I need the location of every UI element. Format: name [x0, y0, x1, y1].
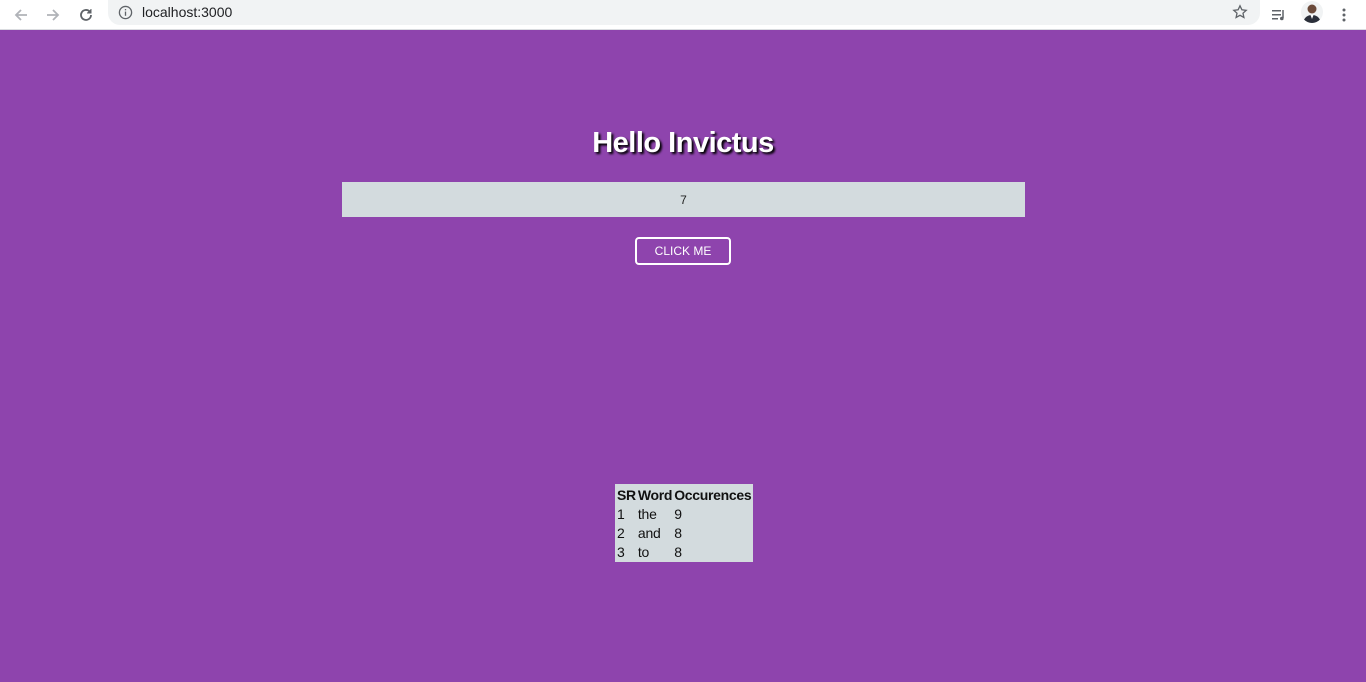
browser-toolbar: localhost:3000	[0, 0, 1366, 30]
click-me-button[interactable]: CLICK ME	[635, 237, 731, 265]
kebab-menu-icon	[1342, 8, 1346, 22]
profile-avatar[interactable]	[1301, 1, 1323, 23]
number-input[interactable]	[342, 182, 1025, 217]
page-title: Hello Invictus	[592, 127, 774, 159]
url-text[interactable]: localhost:3000	[142, 4, 232, 20]
media-control-button[interactable]	[1267, 3, 1291, 27]
column-header-occurences: Occurences	[674, 486, 752, 503]
table-row: 3 to 8	[617, 543, 751, 560]
reload-button[interactable]	[74, 3, 98, 27]
info-icon[interactable]	[118, 5, 133, 20]
cell-sr: 3	[617, 543, 625, 560]
cell-word: and	[637, 524, 661, 541]
cell-sr: 2	[617, 524, 625, 541]
cell-sr: 1	[617, 505, 625, 522]
user-avatar-icon	[1303, 4, 1321, 23]
browser-menu-button[interactable]	[1332, 3, 1356, 27]
cell-occurences: 9	[674, 505, 682, 522]
cell-word: the	[637, 505, 657, 522]
arrow-right-icon	[47, 9, 60, 21]
cell-occurences: 8	[674, 543, 682, 560]
table-row: 1 the 9	[617, 505, 751, 522]
cell-word: to	[637, 543, 650, 560]
media-control-icon	[1272, 10, 1284, 21]
table-header-row: SR Word Occurences	[617, 486, 752, 503]
reload-icon	[80, 9, 92, 21]
column-header-word: Word	[637, 486, 673, 503]
back-button[interactable]	[9, 3, 33, 27]
cell-occurences: 8	[674, 524, 682, 541]
forward-button[interactable]	[41, 3, 65, 27]
word-occurrence-table: SR Word Occurences 1 the 9 2 and 8 3 to …	[615, 484, 754, 562]
star-icon[interactable]	[1232, 4, 1248, 20]
address-bar[interactable]: localhost:3000	[108, 0, 1260, 25]
table-row: 2 and 8	[617, 524, 751, 541]
arrow-left-icon	[14, 9, 27, 21]
column-header-sr: SR	[617, 486, 636, 503]
